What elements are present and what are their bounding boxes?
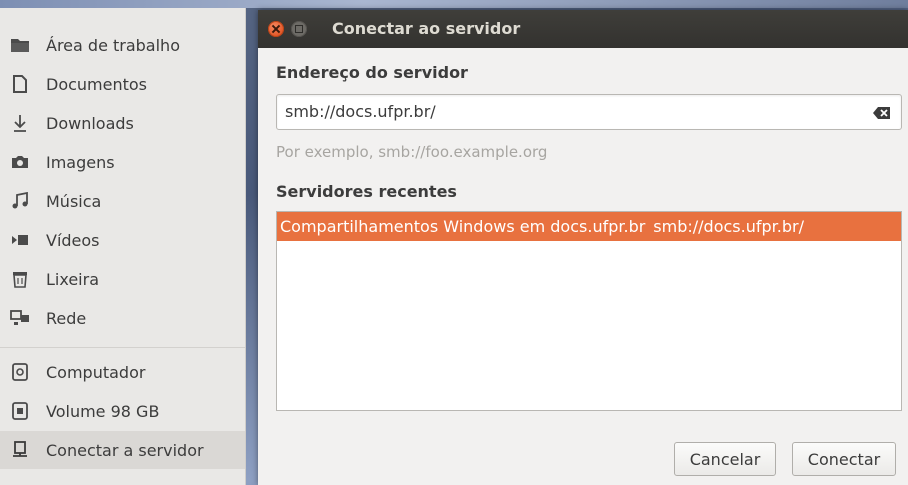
sidebar-item-label: Área de trabalho <box>46 35 180 55</box>
places-sidebar: Área de trabalho Documentos Downloads Im… <box>0 8 246 485</box>
cancel-button[interactable]: Cancelar <box>674 442 776 476</box>
recent-server-name: Compartilhamentos Windows em docs.ufpr.b… <box>280 217 646 236</box>
sidebar-item-network[interactable]: Rede <box>0 299 245 337</box>
sidebar-item-label: Imagens <box>46 152 115 172</box>
sidebar-item-label: Rede <box>46 308 87 328</box>
document-icon <box>10 74 30 94</box>
list-item[interactable]: Compartilhamentos Windows em docs.ufpr.b… <box>277 212 901 241</box>
dialog-titlebar: Conectar ao servidor <box>258 10 908 48</box>
dialog-title: Conectar ao servidor <box>332 19 521 38</box>
sidebar-item-label: Música <box>46 191 102 211</box>
sidebar-item-pictures[interactable]: Imagens <box>0 143 245 181</box>
download-icon <box>10 113 30 133</box>
sidebar-item-videos[interactable]: Vídeos <box>0 221 245 259</box>
server-icon <box>10 440 30 460</box>
sidebar-item-label: Conectar a servidor <box>46 440 204 460</box>
recent-server-uri: smb://docs.ufpr.br/ <box>653 217 804 236</box>
sidebar-item-label: Lixeira <box>46 269 100 289</box>
desktop-folder-icon <box>10 35 30 55</box>
connect-server-dialog: Conectar ao servidor Endereço do servido… <box>258 10 908 485</box>
server-address-value[interactable]: smb://docs.ufpr.br/ <box>285 102 436 121</box>
music-icon <box>10 191 30 211</box>
sidebar-item-documents[interactable]: Documentos <box>0 65 245 103</box>
sidebar-item-label: Computador <box>46 362 146 382</box>
address-example-hint: Por exemplo, smb://foo.example.org <box>276 143 548 161</box>
drive-icon <box>10 401 30 421</box>
video-icon <box>10 230 30 250</box>
trash-icon <box>10 269 30 289</box>
sidebar-item-label: Downloads <box>46 113 134 133</box>
sidebar-item-connect-server[interactable]: Conectar a servidor <box>0 431 245 469</box>
sidebar-item-desktop[interactable]: Área de trabalho <box>0 26 245 64</box>
sidebar-item-downloads[interactable]: Downloads <box>0 104 245 142</box>
server-address-input[interactable]: smb://docs.ufpr.br/ <box>276 94 902 130</box>
sidebar-item-volume[interactable]: Volume 98 GB <box>0 392 245 430</box>
sidebar-item-label: Documentos <box>46 74 148 94</box>
sidebar-item-label: Vídeos <box>46 230 100 250</box>
desktop-background <box>0 0 908 8</box>
server-address-label: Endereço do servidor <box>276 63 468 82</box>
sidebar-item-music[interactable]: Música <box>0 182 245 220</box>
camera-icon <box>10 152 30 172</box>
sidebar-item-label: Volume 98 GB <box>46 401 160 421</box>
sidebar-item-computer[interactable]: Computador <box>0 353 245 391</box>
recent-servers-label: Servidores recentes <box>276 182 457 201</box>
close-button[interactable] <box>268 21 284 37</box>
sidebar-item-trash[interactable]: Lixeira <box>0 260 245 298</box>
recent-servers-list[interactable]: Compartilhamentos Windows em docs.ufpr.b… <box>276 211 902 411</box>
sidebar-separator <box>0 347 245 348</box>
maximize-button[interactable] <box>291 21 307 37</box>
computer-icon <box>10 362 30 382</box>
network-icon <box>10 308 30 328</box>
connect-button[interactable]: Conectar <box>792 442 896 476</box>
clear-icon[interactable] <box>873 106 891 120</box>
